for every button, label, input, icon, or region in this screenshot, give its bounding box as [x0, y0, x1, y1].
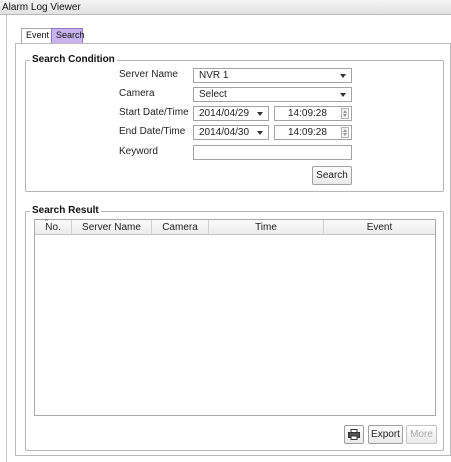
chevron-down-icon: [340, 74, 346, 78]
camera-value: Select: [199, 89, 227, 100]
print-button[interactable]: [344, 425, 364, 444]
export-button[interactable]: Export: [368, 425, 403, 444]
search-result-legend: Search Result: [30, 205, 101, 217]
chevron-down-icon: [257, 131, 263, 135]
search-button[interactable]: Search: [312, 166, 352, 185]
keyword-input[interactable]: [193, 145, 352, 160]
spin-arrows-icon[interactable]: [341, 108, 349, 119]
start-date-value: 2014/04/29: [199, 108, 250, 119]
camera-label: Camera: [119, 88, 155, 99]
column-header-camera[interactable]: Camera: [152, 220, 209, 235]
chevron-down-icon: [340, 93, 346, 97]
window-border: [6, 15, 7, 462]
server-name-value: NVR 1: [199, 70, 229, 81]
tab-event[interactable]: Event: [21, 28, 52, 43]
start-time-value: 14:09:28: [288, 108, 327, 119]
printer-icon: [348, 429, 360, 440]
camera-select[interactable]: Select: [193, 87, 352, 102]
start-time-spinner[interactable]: 14:09:28: [274, 106, 352, 121]
keyword-label: Keyword: [119, 146, 158, 157]
column-header-time[interactable]: Time: [209, 220, 324, 235]
more-button[interactable]: More: [406, 425, 437, 444]
result-table[interactable]: ^ No. Server Name Camera Time Event: [34, 219, 436, 416]
sort-icon: ^: [45, 219, 48, 225]
end-date-value: 2014/04/30: [199, 127, 250, 138]
tab-search[interactable]: Search: [51, 28, 85, 43]
window-title: Alarm Log Viewer: [0, 0, 451, 15]
column-header-server-name[interactable]: Server Name: [72, 220, 152, 235]
start-datetime-label: Start Date/Time: [119, 107, 189, 118]
search-condition-legend: Search Condition: [30, 54, 117, 66]
table-header: ^ No. Server Name Camera Time Event: [35, 219, 435, 235]
column-header-no[interactable]: ^ No.: [35, 219, 72, 235]
spin-arrows-icon[interactable]: [341, 127, 349, 138]
end-time-value: 14:09:28: [288, 127, 327, 138]
column-header-event[interactable]: Event: [324, 220, 435, 235]
end-time-spinner[interactable]: 14:09:28: [274, 125, 352, 140]
server-name-select[interactable]: NVR 1: [193, 68, 352, 83]
end-datetime-label: End Date/Time: [119, 126, 186, 137]
chevron-down-icon: [257, 112, 263, 116]
start-date-picker[interactable]: 2014/04/29: [193, 106, 269, 121]
end-date-picker[interactable]: 2014/04/30: [193, 125, 269, 140]
server-name-label: Server Name: [119, 69, 178, 80]
